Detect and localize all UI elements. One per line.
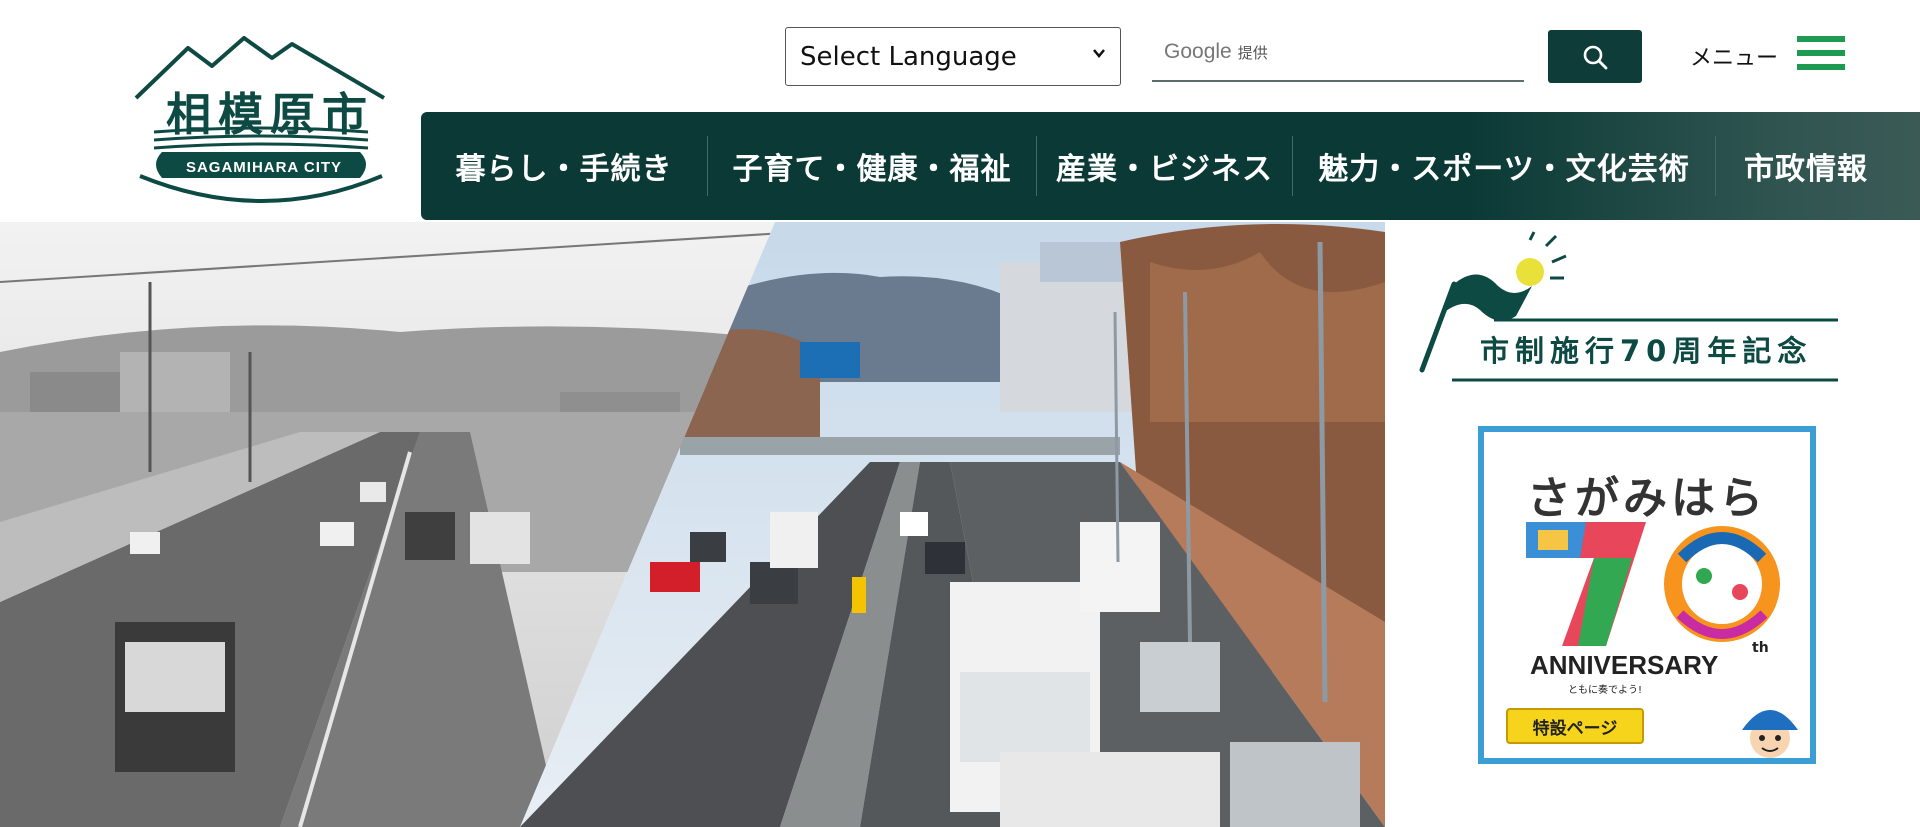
anniversary-title[interactable]: 市制施行70周年記念 [1480, 328, 1812, 370]
anniversary-banner[interactable]: さがみはら ANNIVERSARY th ともに奏でよう! 特設ページ [1478, 426, 1816, 764]
global-nav: 暮らし・手続き 子育て・健康・福祉 産業・ビジネス 魅力・スポーツ・文化芸術 市… [421, 112, 1920, 220]
google-brand-suffix: 提供 [1237, 45, 1268, 62]
mascot-icon [1742, 710, 1798, 758]
nav-item-industry[interactable]: 産業・ビジネス [1037, 112, 1292, 220]
search-box: Google 提供 [1152, 30, 1524, 82]
nav-item-living[interactable]: 暮らし・手続き [421, 112, 707, 220]
banner-ordinal-suffix: th [1752, 640, 1769, 656]
banner-title: さがみはら [1527, 473, 1767, 524]
hero-road-photo [0, 222, 1385, 827]
language-select[interactable]: Select Language [785, 27, 1121, 86]
search-button[interactable] [1548, 30, 1642, 83]
chevron-down-icon [1093, 49, 1105, 58]
search-icon [1583, 45, 1608, 69]
nav-item-childcare-health[interactable]: 子育て・健康・福祉 [708, 112, 1036, 220]
hero-image [0, 222, 1385, 827]
nav-item-city-info[interactable]: 市政情報 [1716, 112, 1896, 220]
banner-anniversary-text: ANNIVERSARY [1530, 650, 1719, 680]
nav-item-culture-sports[interactable]: 魅力・スポーツ・文化芸術 [1293, 112, 1715, 220]
site-logo[interactable]: 相模原市 SAGAMIHARA CITY [132, 36, 394, 206]
search-input[interactable] [1302, 38, 1512, 74]
google-brand: Google 提供 [1164, 40, 1268, 64]
logo-city-name-ja: 相模原市 [166, 88, 375, 141]
hamburger-icon[interactable] [1797, 36, 1845, 74]
menu-label[interactable]: メニュー [1690, 40, 1778, 72]
banner-tagline: ともに奏でよう! [1568, 685, 1643, 696]
banner-70-emblem [1526, 522, 1780, 646]
special-page-button[interactable]: 特設ページ [1506, 708, 1644, 744]
language-select-value: Select Language [800, 41, 1017, 72]
logo-city-name-en: SAGAMIHARA CITY [185, 159, 343, 176]
google-brand-name: Google [1164, 40, 1232, 63]
